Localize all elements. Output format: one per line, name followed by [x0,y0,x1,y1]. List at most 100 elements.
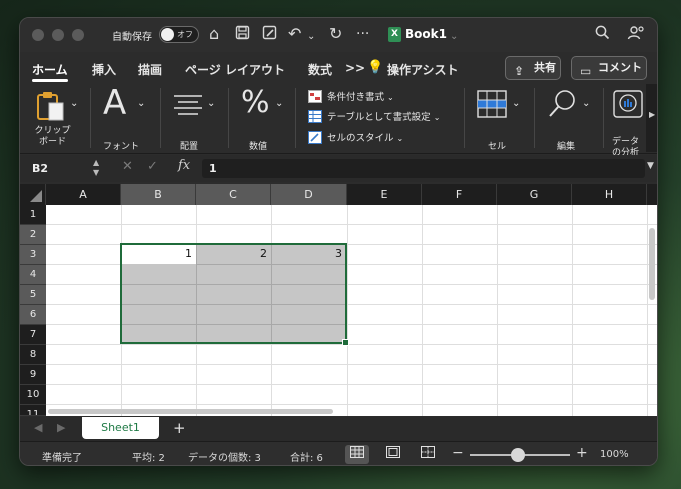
column-header-h[interactable]: H [572,184,647,205]
number-chevron-icon[interactable]: ⌄ [275,98,283,109]
column-header-d[interactable]: D [271,184,347,205]
page-break-icon [421,446,435,458]
row-header-6[interactable]: 6 [20,305,46,325]
save-icon[interactable] [235,25,250,45]
font-icon[interactable]: A [103,85,126,121]
format-as-table-label: テーブルとして書式設定 [327,112,431,123]
row-header-11[interactable]: 11 [20,405,46,416]
tab-insert[interactable]: 挿入 [92,61,116,78]
cancel-icon[interactable]: ✕ [122,159,133,174]
clipboard-icon[interactable] [35,89,69,127]
row-header-10[interactable]: 10 [20,385,46,405]
editing-search-icon[interactable] [547,88,579,124]
conditional-format-button[interactable]: 条件付き書式 ⌄ [308,89,394,103]
zoom-slider-knob[interactable] [511,448,525,462]
undo-icon[interactable]: ↶ [288,25,301,43]
column-header-e[interactable]: E [347,184,422,205]
data-analysis-icon[interactable] [613,90,643,122]
comment-button[interactable]: ▭ コメント [571,56,647,80]
status-bar: 準備完了 平均: 2 データの個数: 3 合計: 6 − + 100% [20,441,657,465]
zoom-window-button[interactable] [72,29,84,41]
cell-styles-button[interactable]: セルのスタイル ⌄ [308,130,403,144]
alignment-chevron-icon[interactable]: ⌄ [207,98,215,109]
add-sheet-icon[interactable]: + [173,419,186,437]
number-format-icon[interactable]: % [241,86,270,120]
share-button[interactable]: ⇪ 共有 [505,56,561,80]
toggle-knob [161,28,174,41]
ribbon-scroll-right[interactable]: ▶ [646,84,657,152]
share-icon: ⇪ [514,64,525,78]
grid-view-icon [350,446,364,458]
alignment-icon[interactable] [173,94,203,120]
format-as-table-button[interactable]: テーブルとして書式設定 ⌄ [308,109,440,123]
sheet-tab-bar: ◀ ▶ Sheet1 + [20,417,657,441]
cell-styles-label: セルのスタイル [327,133,394,144]
tab-home[interactable]: ホーム [32,61,68,78]
more-icon[interactable]: ··· [356,25,369,43]
cells-chevron-icon[interactable]: ⌄ [512,98,520,109]
redo-icon[interactable]: ↻ [329,25,342,43]
column-header-g[interactable]: G [497,184,572,205]
column-header-c[interactable]: C [196,184,271,205]
gridline [46,344,657,345]
horizontal-scroll-thumb[interactable] [48,409,333,414]
autosave-toggle[interactable]: オフ [159,26,199,43]
next-sheet-icon[interactable]: ▶ [57,421,65,434]
account-icon[interactable] [627,25,644,45]
lightbulb-icon: 💡 [367,60,384,75]
row-header-8[interactable]: 8 [20,345,46,365]
sheet-tab-sheet1[interactable]: Sheet1 [82,417,159,439]
search-icon[interactable] [595,25,610,44]
gridline [46,224,657,225]
document-title[interactable]: Book1 [405,27,447,41]
zoom-out-icon[interactable]: − [452,445,464,461]
tab-draw[interactable]: 描画 [138,61,162,78]
prev-sheet-icon[interactable]: ◀ [34,421,42,434]
row-header-7[interactable]: 7 [20,325,46,345]
name-box-stepper-icon[interactable]: ▲ ▼ [93,158,99,178]
select-all-corner[interactable] [20,184,46,205]
tab-tell-me[interactable]: 操作アシスト [387,61,459,78]
minimize-window-button[interactable] [52,29,64,41]
row-header-2[interactable]: 2 [20,225,46,245]
font-chevron-icon[interactable]: ⌄ [137,98,145,109]
vertical-scroll-thumb[interactable] [649,228,655,300]
page-break-view-button[interactable] [416,445,440,464]
editing-chevron-icon[interactable]: ⌄ [582,98,590,109]
autosave-state: オフ [177,30,193,39]
active-tab-indicator [32,79,68,82]
gridline [46,384,657,385]
normal-view-button[interactable] [345,445,369,464]
column-header-a[interactable]: A [46,184,121,205]
close-window-button[interactable] [32,29,44,41]
tab-formulas[interactable]: 数式 [308,61,332,78]
row-header-9[interactable]: 9 [20,365,46,385]
horizontal-scrollbar[interactable] [46,406,646,416]
zoom-in-icon[interactable]: + [576,445,588,461]
formula-input[interactable]: 1 [202,159,645,178]
title-bar: 自動保存 オフ ⌂ ↶ ⌄ ↻ ··· X Book1 ⌄ [20,18,657,52]
page-layout-view-button[interactable] [381,445,405,464]
edit-document-icon[interactable] [262,25,277,45]
undo-chevron-icon[interactable]: ⌄ [307,28,315,46]
title-chevron-icon[interactable]: ⌄ [450,28,458,46]
tab-page-layout[interactable]: ページ レイアウト [185,61,285,78]
tab-overflow[interactable]: >> [345,61,365,75]
row-header-5[interactable]: 5 [20,285,46,305]
cells-icon[interactable] [477,90,507,122]
home-icon[interactable]: ⌂ [209,25,219,43]
alignment-label: 配置 [180,142,199,152]
column-header-b[interactable]: B [121,184,196,205]
fill-handle[interactable] [342,339,349,346]
row-header-3[interactable]: 3 [20,245,46,265]
zoom-level[interactable]: 100% [600,449,629,460]
row-header-1[interactable]: 1 [20,205,46,225]
cell-styles-icon [308,131,322,144]
insert-function-button[interactable]: fx [178,158,190,173]
spreadsheet-grid[interactable]: A B C D E F G H 1 2 3 1 2 3 4 5 6 7 8 9 … [20,184,657,416]
row-header-4[interactable]: 4 [20,265,46,285]
enter-icon[interactable]: ✓ [147,159,158,174]
column-header-f[interactable]: F [422,184,497,205]
formula-expand-icon[interactable]: ▼ [647,161,654,171]
clipboard-chevron-icon[interactable]: ⌄ [70,98,78,109]
